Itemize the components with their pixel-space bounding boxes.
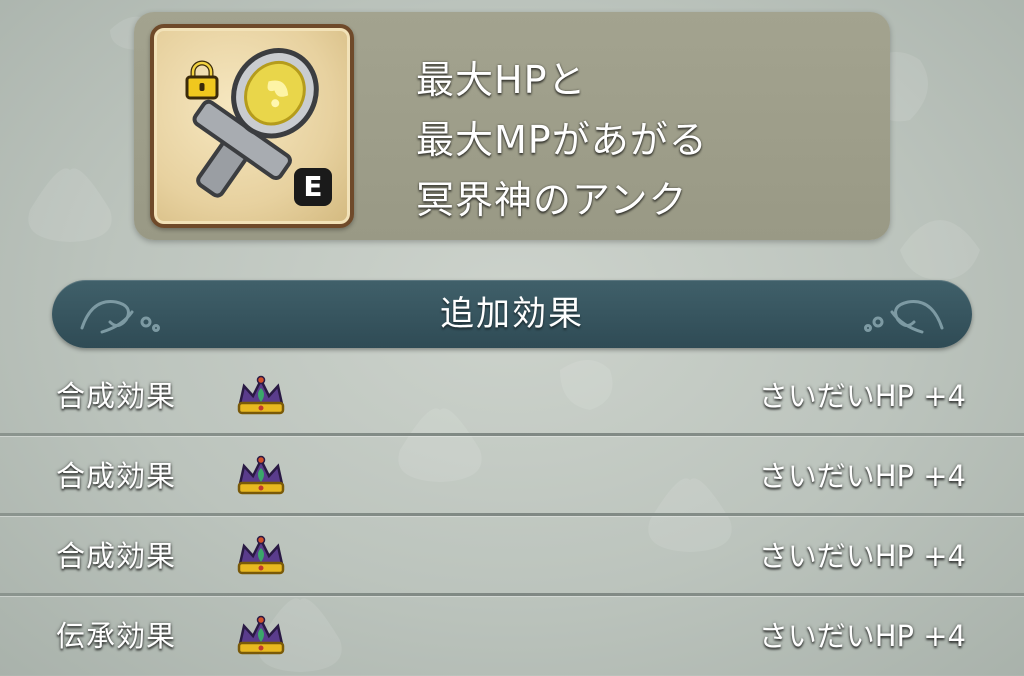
- effect-type-label: 伝承効果: [56, 619, 177, 653]
- equipped-badge: E: [294, 168, 332, 206]
- effect-type-label: 合成効果: [56, 539, 177, 573]
- effect-type-label: 合成効果: [56, 379, 177, 413]
- section-title: 追加効果: [440, 294, 584, 334]
- crown-icon: [236, 374, 286, 418]
- item-description-line-3: 冥界神のアンク: [416, 178, 688, 222]
- ornament-right-icon: [864, 300, 944, 334]
- crown-icon: [236, 454, 286, 498]
- item-description-line-2: 最大MPがあがる: [416, 118, 708, 162]
- effect-value: さいだいHP +4: [758, 459, 966, 493]
- item-description: 最大HPと 最大MPがあがる 冥界神のアンク: [416, 50, 866, 230]
- padlock-icon: [185, 60, 219, 100]
- crown-icon: [236, 534, 286, 578]
- item-description-line-1: 最大HPと: [416, 58, 587, 102]
- additional-effects-header: 追加効果: [52, 280, 972, 348]
- effect-row: 伝承効果 さいだいHP +4: [0, 596, 1024, 676]
- effect-type-label: 合成効果: [56, 459, 177, 493]
- item-icon-frame[interactable]: E: [150, 24, 354, 228]
- effect-row: 合成効果 さいだいHP +4: [0, 436, 1024, 516]
- effect-value: さいだいHP +4: [758, 539, 966, 573]
- effect-row: 合成効果 さいだいHP +4: [0, 516, 1024, 596]
- effect-value: さいだいHP +4: [758, 379, 966, 413]
- crown-icon: [236, 614, 286, 658]
- effect-row: 合成効果 さいだいHP +4: [0, 356, 1024, 436]
- effect-value: さいだいHP +4: [758, 619, 966, 653]
